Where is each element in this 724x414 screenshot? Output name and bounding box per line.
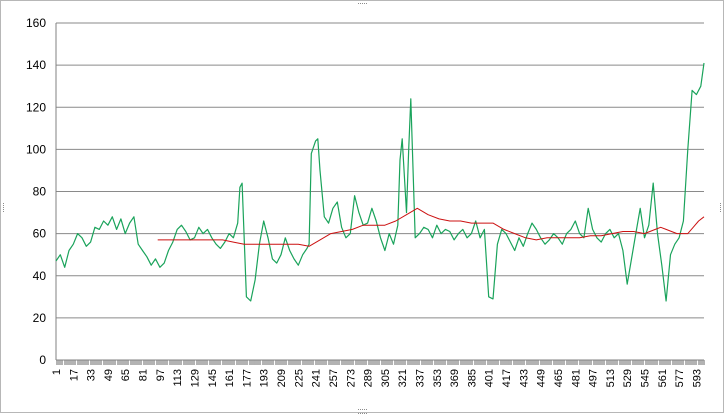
x-tick-label: 225	[293, 369, 305, 387]
x-tick-label: 497	[588, 369, 600, 387]
y-tick-label: 160	[26, 16, 46, 30]
x-tick-label: 113	[172, 369, 184, 387]
x-tick-label: 369	[449, 369, 461, 387]
x-tick-label: 289	[363, 369, 375, 387]
x-tick-label: 17	[68, 369, 80, 381]
line-chart: 0 20 40 60 80 100 120 140 160 1 17 33 49 65 81 97 113 12…	[26, 16, 705, 387]
series-line-green	[55, 62, 705, 302]
y-tick-label: 40	[33, 269, 47, 283]
series-line-red	[157, 207, 705, 247]
x-tick-label: 337	[414, 369, 426, 387]
x-tick-label: 561	[657, 369, 669, 387]
x-tick-label: 433	[518, 369, 530, 387]
series-lines	[55, 62, 705, 302]
x-tick-label: 529	[622, 369, 634, 387]
x-tick-label: 577	[674, 369, 686, 387]
x-tick-label: 545	[640, 369, 652, 387]
x-tick-label: 257	[328, 369, 340, 387]
x-tick-label: 177	[241, 369, 253, 387]
x-tick-label: 465	[553, 369, 565, 387]
x-tick-label: 193	[259, 369, 271, 387]
x-axis: 1 17 33 49 65 81 97 113 129 145 161 177 193 209 225 241…	[51, 23, 705, 387]
x-tick-label: 385	[466, 369, 478, 387]
x-tick-label: 321	[397, 369, 409, 387]
y-tick-label: 80	[33, 185, 47, 199]
x-tick-label: 65	[120, 369, 132, 381]
chart-area[interactable]: 0 20 40 60 80 100 120 140 160 1 17 33 49 65 81 97 113 12…	[0, 0, 724, 414]
y-tick-label: 100	[26, 142, 46, 156]
x-tick-label: 417	[501, 369, 513, 387]
x-tick-label: 513	[605, 369, 617, 387]
x-tick-label: 145	[207, 369, 219, 387]
y-tick-label: 20	[33, 311, 47, 325]
x-tick-marks	[56, 360, 705, 365]
x-tick-label: 305	[380, 369, 392, 387]
x-tick-label: 401	[484, 369, 496, 387]
y-tick-label: 60	[33, 227, 47, 241]
x-tick-label: 593	[691, 369, 703, 387]
x-tick-mark-set	[56, 360, 705, 365]
x-tick-label: 129	[189, 369, 201, 387]
x-tick-label: 33	[86, 369, 98, 381]
x-tick-label: 1	[51, 369, 63, 375]
y-tick-label: 120	[26, 100, 46, 114]
x-tick-label: 353	[432, 369, 444, 387]
y-tick-label: 140	[26, 58, 46, 72]
x-tick-label: 449	[536, 369, 548, 387]
x-tick-label: 49	[103, 369, 115, 381]
x-tick-label: 161	[224, 369, 236, 387]
y-axis-ticks: 0 20 40 60 80 100 120 140 160	[26, 16, 46, 367]
x-tick-label: 273	[345, 369, 357, 387]
y-tick-label: 0	[39, 353, 46, 367]
x-tick-label: 481	[570, 369, 582, 387]
x-tick-label: 97	[155, 369, 167, 381]
x-tick-label: 81	[138, 369, 150, 381]
x-tick-label: 241	[311, 369, 323, 387]
x-tick-label: 209	[276, 369, 288, 387]
gridlines	[56, 22, 704, 361]
